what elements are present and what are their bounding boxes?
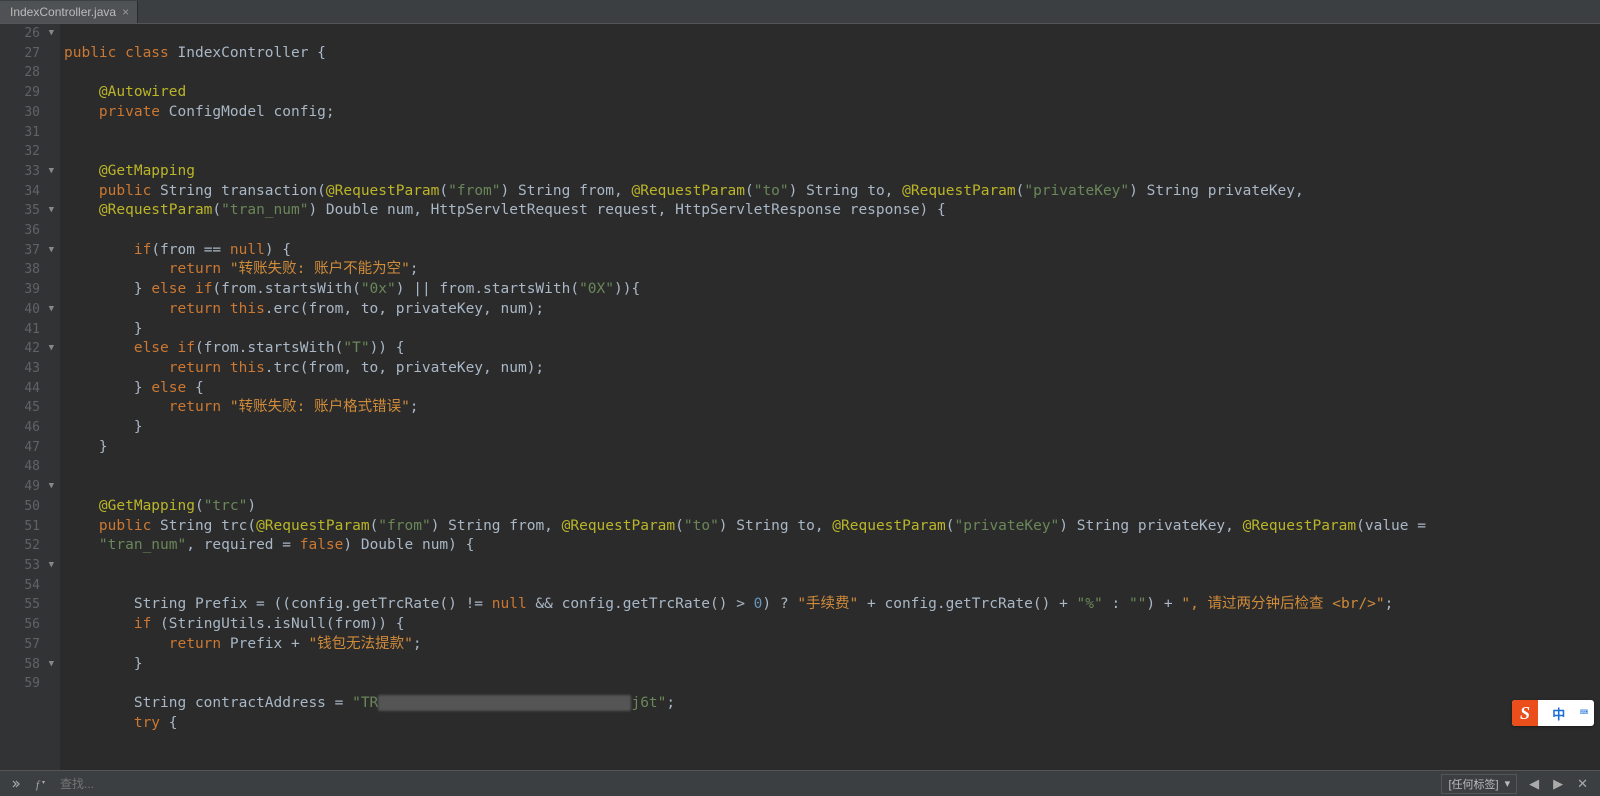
- line-number: 34: [0, 182, 54, 202]
- code-area[interactable]: public class IndexController { @Autowire…: [60, 24, 1600, 770]
- sogou-logo-icon: S: [1512, 700, 1538, 726]
- line-number: 28: [0, 63, 54, 83]
- tag-selector[interactable]: [任何标签] ▾: [1441, 774, 1517, 794]
- fold-icon[interactable]: ▼: [44, 556, 54, 576]
- line-number: 45: [0, 398, 54, 418]
- editor: 26▼27282930313233▼3435▼3637▼383940▼4142▼…: [0, 24, 1600, 770]
- collapse-icon[interactable]: [8, 776, 24, 792]
- fold-icon[interactable]: ▼: [44, 655, 54, 675]
- close-icon[interactable]: ×: [122, 5, 129, 19]
- next-button[interactable]: ▶: [1551, 776, 1565, 792]
- fold-icon[interactable]: ▼: [44, 339, 54, 359]
- line-number: 33▼: [0, 162, 54, 182]
- line-number: 36: [0, 221, 54, 241]
- line-number: 52: [0, 536, 54, 556]
- ime-mode-label: 中: [1538, 704, 1580, 723]
- fold-icon[interactable]: ▼: [44, 241, 54, 261]
- line-number: 29: [0, 83, 54, 103]
- line-number: 26▼: [0, 24, 54, 44]
- line-number: 51: [0, 517, 54, 537]
- line-number: 50: [0, 497, 54, 517]
- svg-text:f: f: [36, 779, 41, 791]
- line-number: 30: [0, 103, 54, 123]
- chevron-down-icon: ▾: [1505, 777, 1511, 790]
- svg-text:▾: ▾: [42, 780, 45, 786]
- fold-icon[interactable]: ▼: [44, 201, 54, 221]
- status-bar: f▾ [任何标签] ▾ ◀ ▶ ✕: [0, 770, 1600, 796]
- line-number: 35▼: [0, 201, 54, 221]
- line-number: 59: [0, 674, 54, 694]
- fold-icon[interactable]: ▼: [44, 477, 54, 497]
- line-number: 49▼: [0, 477, 54, 497]
- keyboard-icon: ⌨: [1580, 705, 1594, 721]
- line-number: 39: [0, 280, 54, 300]
- tab-filename: IndexController.java: [10, 5, 116, 19]
- line-number: 31: [0, 123, 54, 143]
- fold-icon[interactable]: ▼: [44, 300, 54, 320]
- ime-indicator[interactable]: S 中 ⌨: [1512, 700, 1594, 726]
- file-tab[interactable]: IndexController.java ×: [0, 1, 138, 23]
- line-number: 58▼: [0, 655, 54, 675]
- line-number: 48: [0, 457, 54, 477]
- line-number: 42▼: [0, 339, 54, 359]
- search-input[interactable]: [60, 777, 360, 791]
- function-list-icon[interactable]: f▾: [34, 776, 50, 792]
- line-number: 46: [0, 418, 54, 438]
- line-number: 38: [0, 260, 54, 280]
- line-number: 41: [0, 320, 54, 340]
- line-number: 55: [0, 595, 54, 615]
- fold-icon[interactable]: ▼: [44, 162, 54, 182]
- line-number: 57: [0, 635, 54, 655]
- prev-button[interactable]: ◀: [1527, 776, 1541, 792]
- line-number: 56: [0, 615, 54, 635]
- line-number: 44: [0, 379, 54, 399]
- line-number: 27: [0, 44, 54, 64]
- line-number: 43: [0, 359, 54, 379]
- line-number: 53▼: [0, 556, 54, 576]
- redacted-contract-address: xxxxxxxxxxxxxxxxxxxxxxxxxxxxx: [378, 695, 631, 711]
- line-number: 47: [0, 438, 54, 458]
- fold-icon[interactable]: ▼: [44, 24, 54, 44]
- tab-bar: IndexController.java ×: [0, 0, 1600, 24]
- line-number: 54: [0, 576, 54, 596]
- line-number: 32: [0, 142, 54, 162]
- line-number: 40▼: [0, 300, 54, 320]
- tag-label: [任何标签]: [1448, 776, 1498, 792]
- line-number: 37▼: [0, 241, 54, 261]
- line-gutter: 26▼27282930313233▼3435▼3637▼383940▼4142▼…: [0, 24, 60, 770]
- close-panel-button[interactable]: ✕: [1575, 776, 1590, 792]
